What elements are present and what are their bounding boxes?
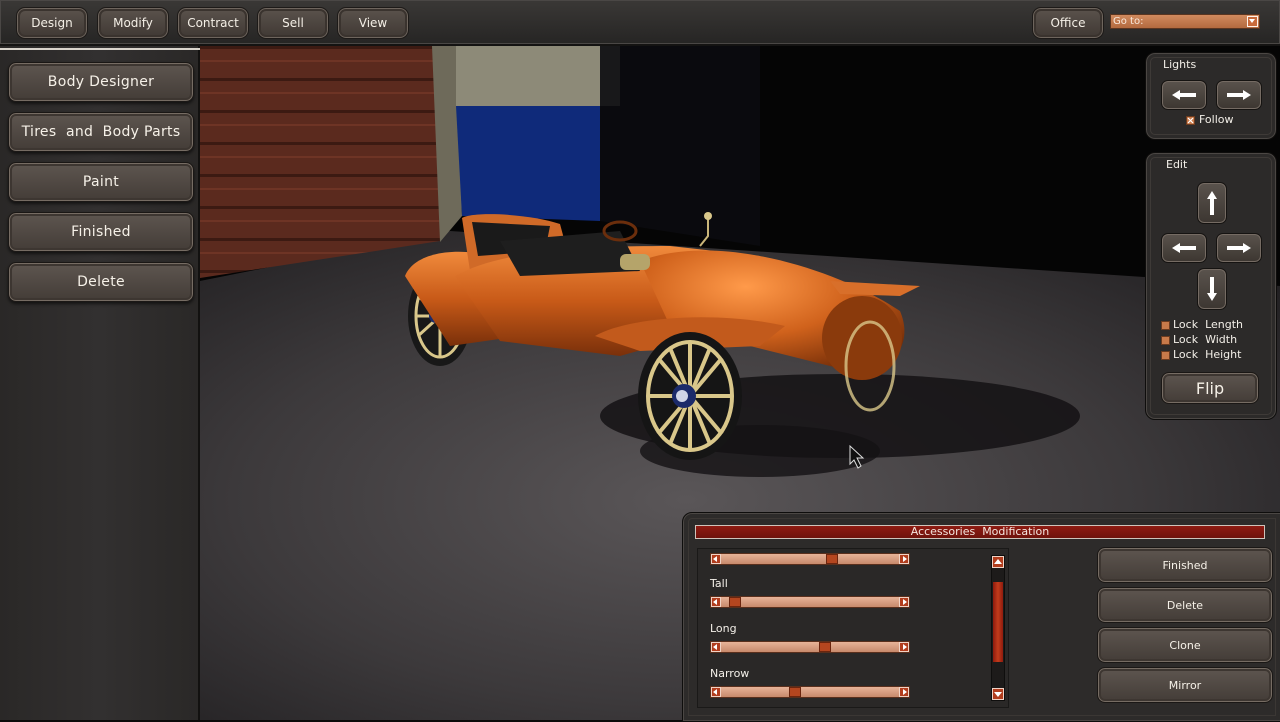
lock-width-checkbox[interactable] [1161,336,1170,345]
flip-label: Flip [1195,378,1225,398]
scrollbar-thumb[interactable] [993,582,1003,662]
view-button[interactable]: View [337,7,409,39]
edit-up-button[interactable] [1197,182,1227,224]
accessory-finished-label: Finished [1162,558,1208,572]
edit-left-button[interactable] [1161,233,1207,263]
tires-body-parts-button[interactable]: Tires and Body Parts [8,112,194,152]
lock-width-label: Lock Width [1173,333,1238,346]
edit-right-button[interactable] [1216,233,1262,263]
finished-button[interactable]: Finished [8,212,194,252]
slider-left-arrow-icon[interactable] [711,687,721,697]
lock-length-checkbox[interactable] [1161,321,1170,330]
scroll-down-icon[interactable] [992,688,1004,700]
accessory-clone-label: Clone [1169,638,1201,652]
lock-length-label: Lock Length [1173,318,1244,331]
accessories-slider-list [697,548,1009,708]
lock-height-checkbox[interactable] [1161,351,1170,360]
modify-button[interactable]: Modify [97,7,169,39]
slider-right-arrow-icon[interactable] [899,642,909,652]
lock-height-label: Lock Height [1173,348,1242,361]
finished-label: Finished [71,224,131,240]
sidebar-divider [0,48,200,50]
headlamp [620,254,650,270]
accessory-finished-button[interactable]: Finished [1097,547,1273,583]
sell-button-label: Sell [282,16,304,30]
slider-right-arrow-icon[interactable] [899,554,909,564]
light-left-button[interactable] [1161,80,1207,110]
office-button[interactable]: Office [1032,7,1104,39]
slider-right-arrow-icon[interactable] [899,687,909,697]
accessory-delete-button[interactable]: Delete [1097,587,1273,623]
slider-left-arrow-icon[interactable] [711,642,721,652]
follow-checkbox[interactable] [1186,116,1195,125]
slider-thumb[interactable] [818,642,831,652]
long-slider[interactable] [710,641,910,653]
light-right-button[interactable] [1216,80,1262,110]
edit-down-button[interactable] [1197,268,1227,310]
slider-thumb[interactable] [789,687,802,697]
arrow-right-icon [1227,90,1251,100]
arrow-up-icon [1207,191,1217,215]
narrow-label: Narrow [710,667,750,680]
scroll-up-icon[interactable] [992,556,1004,568]
slider-unnamed[interactable] [710,553,910,565]
narrow-slider[interactable] [710,686,910,698]
design-button-label: Design [31,16,73,30]
paint-button[interactable]: Paint [8,162,194,202]
view-button-label: View [358,16,388,30]
sell-button[interactable]: Sell [257,7,329,39]
flip-button[interactable]: Flip [1161,372,1259,404]
modify-button-label: Modify [113,16,153,30]
paint-label: Paint [82,174,120,190]
slider-left-arrow-icon[interactable] [711,554,721,564]
tall-slider[interactable] [710,596,910,608]
slider-thumb[interactable] [729,597,742,607]
contract-button-label: Contract [187,16,239,30]
accessory-mirror-button[interactable]: Mirror [1097,667,1273,703]
lights-title: Lights [1163,58,1197,71]
top-toolbar: Design Modify Contract Sell View Office … [0,0,1280,46]
delete-button[interactable]: Delete [8,262,194,302]
body-designer-label: Body Designer [47,74,155,90]
accessory-clone-button[interactable]: Clone [1097,627,1273,663]
goto-label: Go to: [1113,16,1144,27]
x-icon [1187,117,1194,124]
office-button-label: Office [1050,16,1086,30]
accessory-delete-label: Delete [1166,598,1204,612]
arrow-left-icon [1172,243,1196,253]
tires-body-parts-label: Tires and Body Parts [21,124,181,140]
chevron-down-icon[interactable] [1247,16,1258,27]
long-label: Long [710,622,737,635]
front-wheel [638,332,742,460]
slider-right-arrow-icon[interactable] [899,597,909,607]
slider-left-arrow-icon[interactable] [711,597,721,607]
garage-door [200,46,440,278]
blue-wall-stripe [456,106,600,221]
accessories-title: Accessories Modification [695,525,1265,539]
arrow-right-icon [1227,243,1251,253]
accessories-scrollbar[interactable] [991,555,1005,701]
body-designer-button[interactable]: Body Designer [8,62,194,102]
delete-label: Delete [77,274,125,290]
arrow-left-icon [1172,90,1196,100]
tall-label: Tall [710,577,728,590]
contract-button[interactable]: Contract [177,7,249,39]
accessory-mirror-label: Mirror [1168,678,1202,692]
slider-thumb[interactable] [825,554,838,564]
wall-light-area [456,46,620,106]
arrow-down-icon [1207,277,1217,301]
edit-title: Edit [1166,158,1188,171]
follow-label: Follow [1199,113,1234,126]
design-button[interactable]: Design [16,7,88,39]
goto-dropdown[interactable]: Go to: [1110,14,1260,29]
